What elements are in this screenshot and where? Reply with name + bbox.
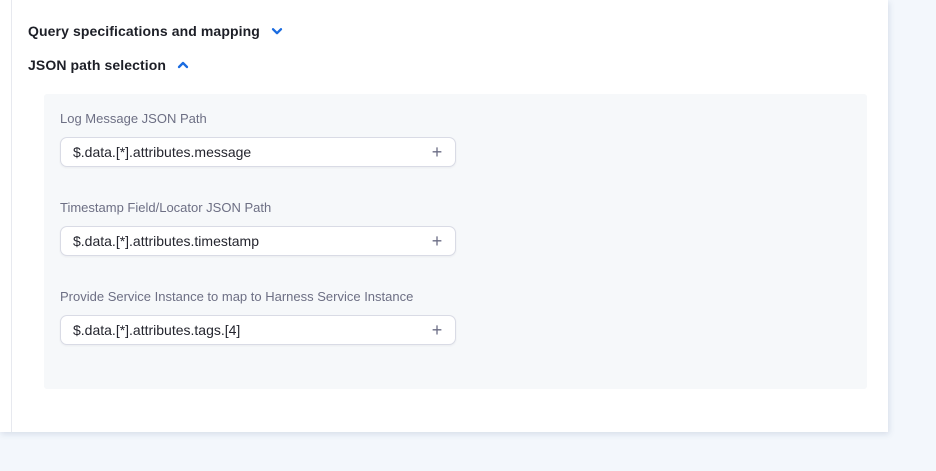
query-mapping-card: Query specifications and mapping JSON pa… bbox=[0, 0, 888, 432]
chevron-up-icon[interactable] bbox=[176, 58, 190, 72]
field-label: Timestamp Field/Locator JSON Path bbox=[60, 200, 851, 215]
section-title: Query specifications and mapping bbox=[28, 23, 260, 39]
field-timestamp-json-path: Timestamp Field/Locator JSON Path + bbox=[60, 200, 851, 256]
left-divider bbox=[11, 0, 12, 432]
json-path-panel: Log Message JSON Path + Timestamp Field/… bbox=[44, 94, 867, 389]
service-instance-json-path-input[interactable] bbox=[61, 316, 425, 344]
timestamp-json-path-input[interactable] bbox=[61, 227, 425, 255]
plus-icon[interactable]: + bbox=[425, 316, 455, 344]
log-message-json-path-input-box: + bbox=[60, 137, 456, 167]
card-content: Query specifications and mapping JSON pa… bbox=[28, 23, 867, 389]
section-title: JSON path selection bbox=[28, 57, 166, 73]
section-header-json-path-selection[interactable]: JSON path selection bbox=[28, 57, 190, 73]
timestamp-json-path-input-box: + bbox=[60, 226, 456, 256]
log-message-json-path-input[interactable] bbox=[61, 138, 425, 166]
field-label: Provide Service Instance to map to Harne… bbox=[60, 289, 851, 304]
chevron-down-icon[interactable] bbox=[270, 24, 284, 38]
field-log-message-json-path: Log Message JSON Path + bbox=[60, 111, 851, 167]
field-label: Log Message JSON Path bbox=[60, 111, 851, 126]
field-service-instance-json-path: Provide Service Instance to map to Harne… bbox=[60, 289, 851, 345]
service-instance-json-path-input-box: + bbox=[60, 315, 456, 345]
plus-icon[interactable]: + bbox=[425, 227, 455, 255]
plus-icon[interactable]: + bbox=[425, 138, 455, 166]
section-header-query-specifications[interactable]: Query specifications and mapping bbox=[28, 23, 284, 39]
